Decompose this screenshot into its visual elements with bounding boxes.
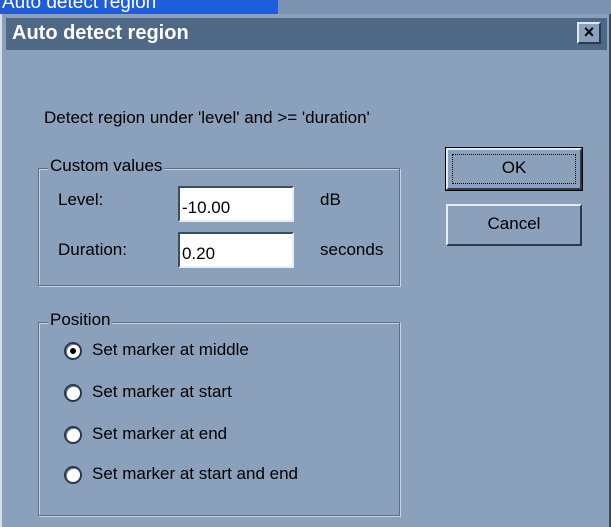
ok-button[interactable]: OK [445,147,583,191]
close-icon: × [583,22,595,42]
dialog-title: Auto detect region [12,22,189,44]
cancel-button[interactable]: Cancel [446,204,582,246]
radio-label: Set marker at middle [92,340,249,359]
custom-values-legend: Custom values [48,156,165,176]
close-button[interactable]: × [577,22,601,44]
outer-window-titlebar: Auto detect region [0,0,278,14]
radio-button[interactable] [64,426,82,444]
level-input[interactable] [178,186,294,222]
level-label: Level: [58,190,104,209]
dialog-titlebar[interactable]: Auto detect region × [6,18,607,50]
duration-input[interactable] [178,232,294,268]
level-unit: dB [320,190,341,209]
cancel-button-label: Cancel [487,214,541,233]
outer-window-title: Auto detect region [2,0,157,13]
auto-detect-region-dialog: Auto detect region × Detect region under… [0,14,611,527]
ok-button-label: OK [501,158,527,177]
radio-button[interactable] [64,384,82,402]
radio-dot [70,348,76,354]
radio-label: Set marker at end [92,424,228,443]
radio-button[interactable] [64,466,82,484]
radio-button-selected[interactable] [64,342,82,360]
duration-unit: seconds [320,240,384,259]
radio-label: Set marker at start [92,382,232,401]
position-legend: Position [48,310,113,330]
description-text: Detect region under 'level' and >= 'dura… [44,108,370,127]
duration-label: Duration: [58,240,127,259]
radio-label: Set marker at start and end [92,464,298,483]
